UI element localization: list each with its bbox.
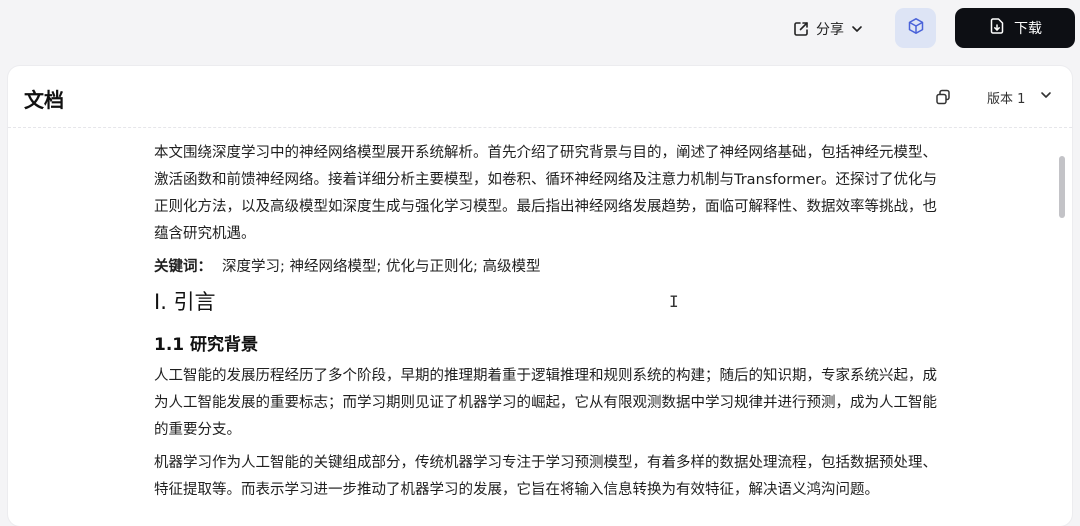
copy-button[interactable] — [934, 88, 952, 106]
abstract-paragraph: 本文围绕深度学习中的神经网络模型展开系统解析。首先介绍了研究背景与目的，阐述了神… — [154, 145, 938, 242]
body-paragraph: 人工智能的发展历程经历了多个阶段，早期的推理期着重于逻辑推理和规则系统的构建；随… — [154, 368, 937, 438]
panel-header: 文档 版本 1 — [8, 66, 1072, 128]
text-cursor-icon: I — [669, 292, 679, 311]
keywords-line: 关键词： 深度学习; 神经网络模型; 优化与正则化; 高级模型 — [154, 254, 944, 281]
keywords-label: 关键词： — [154, 259, 212, 275]
chevron-down-icon — [850, 22, 864, 36]
scrollbar-thumb[interactable] — [1059, 156, 1065, 218]
share-label: 分享 — [816, 22, 844, 38]
download-button[interactable]: 下载 — [955, 8, 1075, 48]
share-button[interactable]: 分享 — [792, 16, 864, 42]
panel-title: 文档 — [24, 88, 64, 112]
cube-icon — [907, 17, 925, 39]
share-external-icon — [792, 20, 810, 38]
section-heading: I. 引言 — [154, 290, 216, 314]
version-label: 版本 1 — [987, 91, 1026, 107]
copy-icon — [934, 89, 952, 110]
subsection-heading: 1.1 研究背景 — [154, 335, 259, 355]
cube-button[interactable] — [895, 8, 936, 48]
body-paragraph: 机器学习作为人工智能的关键组成部分，传统机器学习专注于学习预测模型，有着多样的数… — [154, 455, 937, 498]
document-panel: 文档 版本 1 本文围绕深度学习中的神经网络模型展开系统解析。首先介绍了研究背景… — [8, 66, 1072, 526]
download-icon — [988, 17, 1006, 39]
version-select[interactable]: 版本 1 — [987, 86, 1053, 108]
chevron-down-icon — [1039, 88, 1053, 106]
document-content[interactable]: 本文围绕深度学习中的神经网络模型展开系统解析。首先介绍了研究背景与目的，阐述了神… — [154, 140, 944, 510]
download-label: 下载 — [1014, 21, 1042, 37]
top-toolbar: 分享 下载 — [0, 0, 1080, 58]
keywords-values: 深度学习; 神经网络模型; 优化与正则化; 高级模型 — [222, 259, 541, 275]
scrollbar[interactable] — [1056, 128, 1068, 526]
